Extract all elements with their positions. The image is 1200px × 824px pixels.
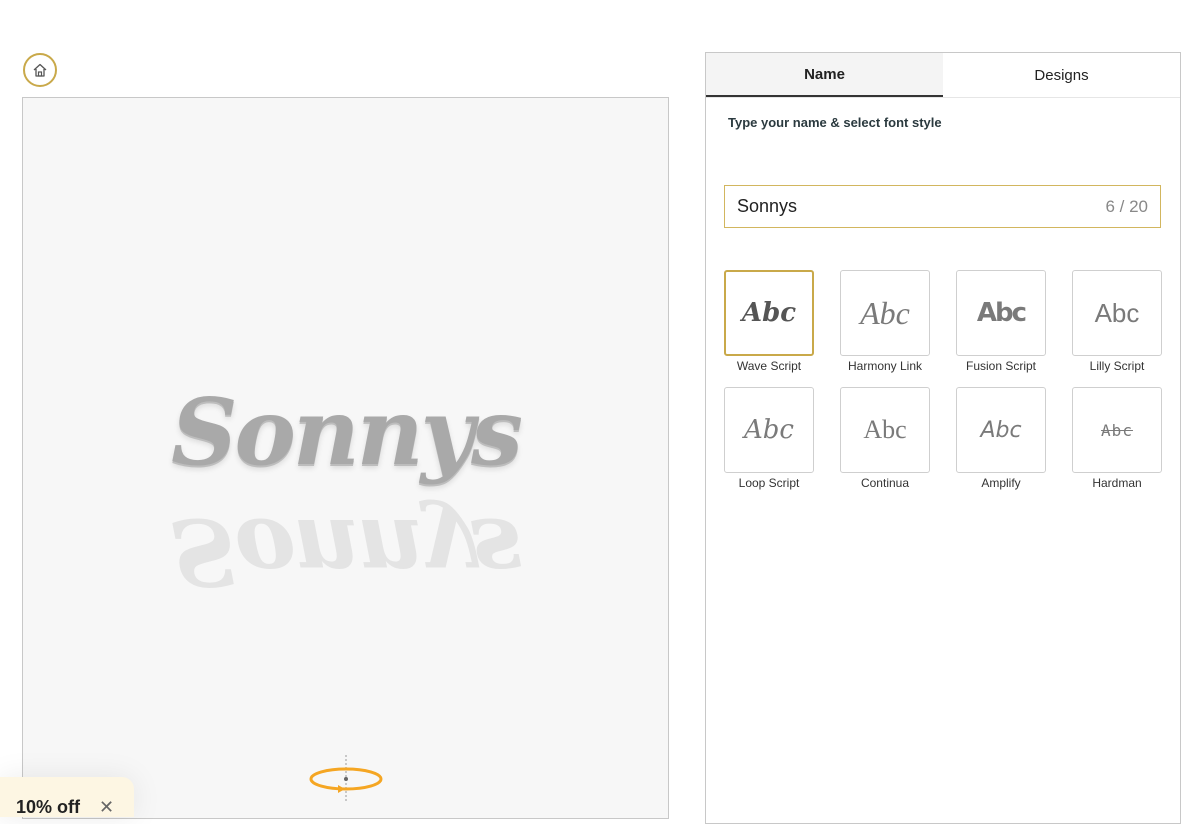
font-option-fusion-script[interactable]: Abc Fusion Script <box>956 270 1046 373</box>
font-option-continua[interactable]: Abc Continua <box>840 387 930 490</box>
font-label: Fusion Script <box>965 359 1037 373</box>
font-label: Harmony Link <box>847 359 923 373</box>
font-sample: Abc <box>744 415 794 445</box>
font-option-loop-script[interactable]: Abc Loop Script <box>724 387 814 490</box>
character-counter: 6 / 20 <box>1105 196 1148 216</box>
product-preview[interactable]: Sonnys Sonnys <box>22 97 669 819</box>
font-label: Hardman <box>1092 476 1142 490</box>
instruction-text: Type your name & select font style <box>728 115 942 130</box>
font-tile: Abc <box>1072 387 1162 473</box>
font-label: Wave Script <box>736 359 802 373</box>
discount-text: 10% off <box>16 797 81 817</box>
font-tile: Abc <box>1072 270 1162 356</box>
font-tile: Abc <box>956 270 1046 356</box>
font-sample: Abc <box>1094 297 1140 328</box>
font-style-grid: Abc Wave Script Abc Harmony Link Abc Fus… <box>724 270 1164 490</box>
font-sample: Abc <box>741 298 797 328</box>
close-icon[interactable]: ✕ <box>99 797 114 817</box>
font-tile: Abc <box>840 270 930 356</box>
tab-designs[interactable]: Designs <box>943 53 1180 97</box>
font-label: Amplify <box>981 476 1021 490</box>
font-sample: Abc <box>976 298 1027 328</box>
customization-panel: Name Designs Type your name & select fon… <box>705 52 1181 824</box>
font-tile: Abc <box>956 387 1046 473</box>
discount-banner[interactable]: 10% off ✕ <box>0 777 134 817</box>
font-option-harmony-link[interactable]: Abc Harmony Link <box>840 270 930 373</box>
font-sample: Abc <box>863 415 907 444</box>
font-label: Continua <box>860 476 910 490</box>
name-necklace-preview: Sonnys <box>171 378 523 486</box>
font-sample: Abc <box>1101 420 1133 440</box>
home-icon <box>33 63 47 77</box>
tab-name[interactable]: Name <box>706 53 943 97</box>
font-tile: Abc <box>724 270 814 356</box>
font-label: Lilly Script <box>1089 359 1145 373</box>
font-tile: Abc <box>724 387 814 473</box>
font-option-lilly-script[interactable]: Abc Lilly Script <box>1072 270 1162 373</box>
panel-tabs: Name Designs <box>706 53 1180 98</box>
name-field: 6 / 20 <box>724 185 1161 228</box>
font-sample: Abc <box>860 294 910 331</box>
necklace-reflection: Sonnys <box>171 498 520 606</box>
font-option-wave-script[interactable]: Abc Wave Script <box>724 270 814 373</box>
font-sample: Abc <box>980 417 1022 443</box>
font-option-amplify[interactable]: Abc Amplify <box>956 387 1046 490</box>
font-tile: Abc <box>840 387 930 473</box>
rotate-360-icon[interactable] <box>308 753 384 803</box>
home-button[interactable] <box>23 53 57 87</box>
font-label: Loop Script <box>738 476 800 490</box>
name-input[interactable] <box>725 195 1106 218</box>
font-option-hardman[interactable]: Abc Hardman <box>1072 387 1162 490</box>
